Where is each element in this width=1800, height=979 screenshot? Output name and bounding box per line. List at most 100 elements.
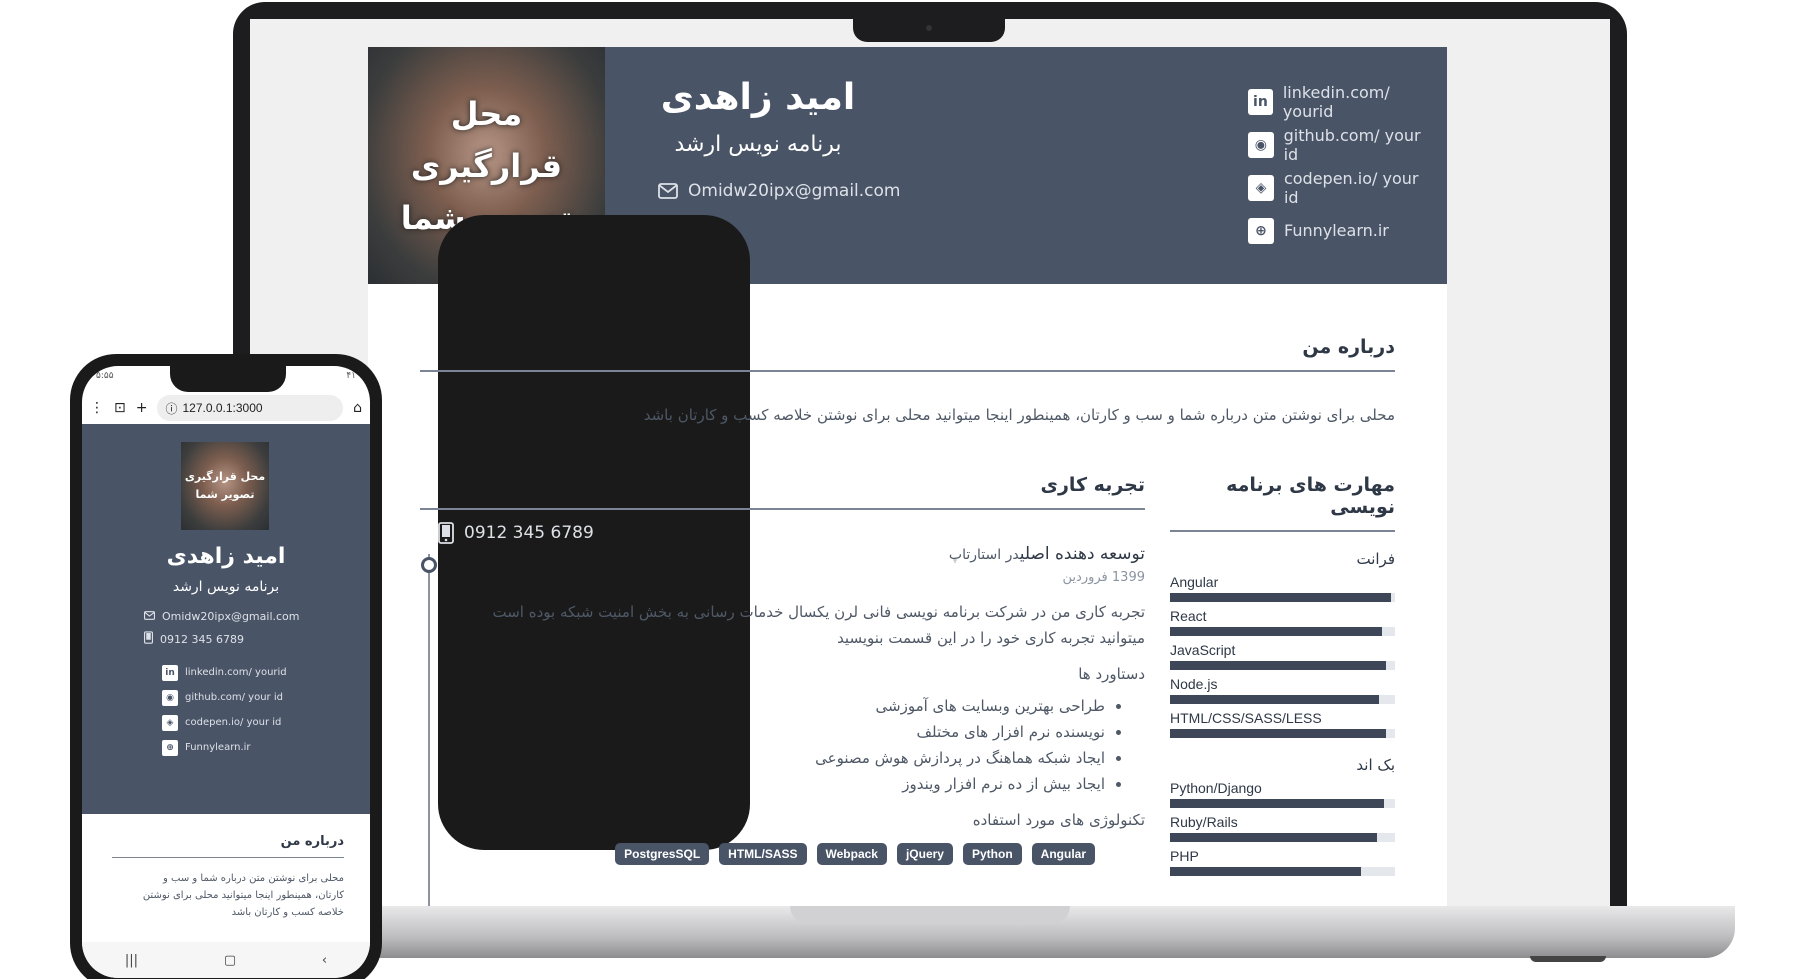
skill-groups: فرانت Angular React JavaScript Node.js HTML/C…: [1170, 550, 1395, 876]
laptop-notch: [853, 17, 1005, 42]
skill-bar-track: [1170, 661, 1395, 670]
skill-label: PHP: [1170, 848, 1199, 864]
skill-item: Node.js: [1170, 676, 1395, 704]
social-links: in linkedin.com/ yourid ◉ github.com/ your …: [1248, 80, 1438, 252]
job-entry: توسعه دهنده اصلیدر استارتاپ 1399 فروردین…: [455, 544, 1145, 865]
skill-bar-track: [1170, 799, 1395, 808]
social-link-text: github.com/ your id: [1283, 125, 1421, 164]
status-time: ۵:۵۵: [96, 371, 114, 381]
social-link[interactable]: ⊕ Funnylearn.ir: [1248, 209, 1438, 252]
phone-social-link[interactable]: ◉ github.com/ your id: [162, 685, 287, 710]
experience-section: تجربه کاری توسعه دهنده اصلیدر استارتاپ 1…: [420, 474, 1145, 913]
address-bar[interactable]: ⓘ 127.0.0.1:3000: [157, 395, 344, 421]
job-position: توسعه دهنده اصلی: [1019, 544, 1145, 564]
skill-bar-fill: [1170, 593, 1391, 602]
tech-tag: Angular: [1031, 843, 1095, 865]
skill-item: HTML/CSS/SASS/LESS: [1170, 710, 1395, 738]
browser-toolbar: ⋮ ⊡ + ⓘ 127.0.0.1:3000 ⌂: [82, 388, 370, 428]
skill-item: Python/Django: [1170, 780, 1395, 808]
phone-social-links: in linkedin.com/ yourid ◉ github.com/ your …: [162, 660, 287, 760]
recent-apps-icon[interactable]: |||: [125, 953, 138, 968]
phone-email-contact[interactable]: Omidw20ipx@gmail.com: [144, 610, 300, 623]
phone-phone-contact[interactable]: 0912 345 6789: [144, 631, 244, 647]
skill-bar-fill: [1170, 867, 1362, 876]
linkedin-icon: in: [162, 664, 178, 681]
about-heading: درباره من: [420, 336, 1395, 372]
phone-social-link[interactable]: ◈ codepen.io/ your id: [162, 710, 287, 735]
home-button-icon[interactable]: ▢: [224, 953, 236, 968]
skill-bar-fill: [1170, 661, 1386, 670]
social-link-text: Funnylearn.ir: [1284, 221, 1389, 240]
resume-page: محل قرارگیری تصویر شما امید زاهدی برنامه…: [368, 47, 1447, 913]
social-link[interactable]: in linkedin.com/ yourid: [1248, 80, 1438, 123]
laptop-foot: [1530, 956, 1606, 962]
achievements-heading: دستاورد ها: [1078, 665, 1145, 683]
job-entry-title: توسعه دهنده اصلیدر استارتاپ: [455, 544, 1145, 564]
skill-label: HTML/CSS/SASS/LESS: [1170, 710, 1322, 726]
social-link-text: linkedin.com/ yourid: [1282, 82, 1390, 121]
skill-item: JavaScript: [1170, 642, 1395, 670]
social-link[interactable]: ◈ codepen.io/ your id: [1248, 166, 1438, 209]
job-date: 1399 فروردین: [1062, 570, 1145, 585]
new-tab-icon[interactable]: +: [136, 400, 148, 416]
experience-heading: تجربه کاری: [420, 474, 1145, 510]
job-title: برنامه نویس ارشد: [674, 132, 842, 157]
achievements-list: طراحی بهترین وبسایت های آموزشینویسنده نر…: [455, 693, 1105, 797]
skill-bar-track: [1170, 695, 1395, 704]
mockup-stage: محل قرارگیری تصویر شما امید زاهدی برنامه…: [0, 0, 1800, 979]
globe-icon: ⊕: [162, 739, 178, 756]
phone-social-link[interactable]: ⊕ Funnylearn.ir: [162, 735, 287, 760]
phone-email-text: Omidw20ipx@gmail.com: [162, 610, 300, 623]
back-icon[interactable]: ‹: [322, 953, 327, 968]
laptop-base-notch: [790, 906, 1070, 924]
codepen-icon: ◈: [1248, 174, 1274, 201]
phone-profile-photo: محل قرارگیری تصویر شما: [181, 442, 269, 530]
phone-about-heading: درباره من: [112, 834, 344, 858]
skill-bar-fill: [1170, 799, 1384, 808]
skill-item: PHP: [1170, 848, 1395, 876]
phone-social-link[interactable]: in linkedin.com/ yourid: [162, 660, 287, 685]
tech-tag: jQuery: [896, 843, 953, 865]
status-battery: ۴۱: [346, 371, 356, 381]
skill-bar-track: [1170, 627, 1395, 636]
phone-social-link-text: github.com/ your id: [185, 692, 283, 703]
achievement-item: نویسنده نرم افزار های مختلف: [455, 719, 1105, 745]
social-link[interactable]: ◉ github.com/ your id: [1248, 123, 1438, 166]
github-icon: ◉: [162, 689, 178, 706]
phone-social-link-text: linkedin.com/ yourid: [185, 667, 287, 678]
phone-screen: ۵:۵۵ ۴۱ ⋮ ⊡ + ⓘ 127.0.0.1:3000 ⌂ محل قرا…: [82, 366, 370, 978]
skill-item: React: [1170, 608, 1395, 636]
skill-bar-track: [1170, 729, 1395, 738]
job-description: تجربه کاری من در شرکت برنامه نویسی فانی …: [492, 603, 1146, 647]
tech-tag: HTML/SASS: [719, 843, 807, 865]
timeline-line: [428, 554, 430, 913]
phone-social-link-text: codepen.io/ your id: [185, 717, 282, 728]
tech-tags: Angular Python jQuery Webpack HTML/SASS Postg…: [455, 843, 1095, 865]
email-contact[interactable]: Omidw20ipx@gmail.com: [658, 181, 901, 201]
skill-group-heading: فرانت: [1356, 550, 1395, 568]
tabs-icon[interactable]: ⊡: [114, 400, 126, 416]
url-text: 127.0.0.1:3000: [182, 401, 263, 415]
envelope-icon: [144, 610, 155, 623]
job-company: در استارتاپ: [948, 547, 1020, 563]
skill-label: Angular: [1170, 574, 1219, 590]
home-icon[interactable]: ⌂: [353, 400, 362, 416]
skill-label: Node.js: [1170, 676, 1218, 692]
achievement-item: ایجاد بیش از ده نرم افزار ویندوز: [455, 771, 1105, 797]
skill-bar-track: [1170, 833, 1395, 842]
phone-photo-placeholder: محل قرارگیری تصویر شما: [184, 470, 266, 501]
about-text: محلی برای نوشتن متن درباره شما و سب و کا…: [643, 406, 1395, 424]
android-nav-bar: ||| ▢ ‹: [82, 942, 370, 978]
skill-bar-fill: [1170, 833, 1377, 842]
skill-bar-fill: [1170, 627, 1382, 636]
skill-bar-fill: [1170, 729, 1386, 738]
skill-bar-track: [1170, 593, 1395, 602]
skill-label: React: [1170, 608, 1207, 624]
email-text: Omidw20ipx@gmail.com: [688, 181, 901, 201]
menu-dots-icon[interactable]: ⋮: [90, 400, 104, 416]
tech-heading: تکنولوژی های مورد استفاده: [972, 811, 1145, 829]
skill-bar-track: [1170, 867, 1395, 876]
phone-phone-text: 0912 345 6789: [160, 632, 244, 646]
info-icon[interactable]: ⓘ: [165, 400, 177, 417]
camera-icon: [926, 25, 932, 31]
